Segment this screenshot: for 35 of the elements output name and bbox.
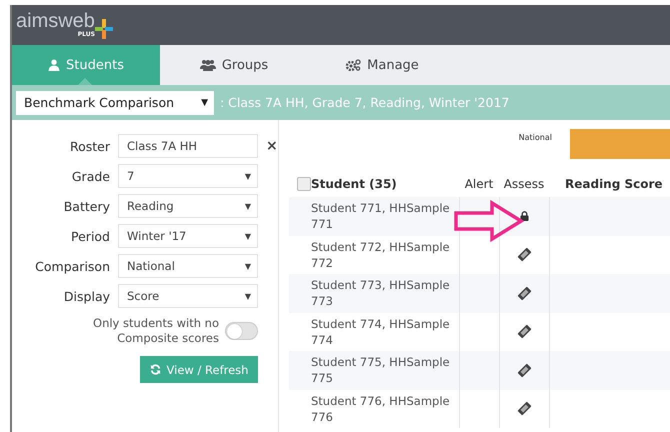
field-label: Battery <box>62 198 110 214</box>
select-field[interactable]: Reading ▼ <box>118 194 258 218</box>
people-icon <box>200 59 216 71</box>
student-name[interactable]: Student 774, HHSample 774 <box>311 316 451 348</box>
report-context-text: : Class 7A HH, Grade 7, Reading, Winter '2017 <box>220 95 510 110</box>
student-name[interactable]: Student 772, HHSample 772 <box>311 238 451 271</box>
select-all-checkbox[interactable] <box>297 177 311 191</box>
field-label: Period <box>70 228 110 244</box>
input-field[interactable]: Class 7A HH <box>118 134 258 158</box>
logo-text: aimsweb <box>16 11 95 31</box>
field-label: Display <box>62 288 110 304</box>
gears-icon <box>345 59 362 71</box>
select-field[interactable]: 7 ▼ <box>118 164 258 188</box>
field-label: Roster <box>68 138 110 154</box>
column-header: Student (35) <box>311 177 398 191</box>
select-field[interactable]: Winter '17 ▼ <box>118 224 258 248</box>
report-dropdown[interactable]: Benchmark Comparison ▼ <box>16 90 214 114</box>
legend-label: National <box>518 133 552 142</box>
field-label: Grade <box>70 168 110 184</box>
person-icon <box>48 59 60 71</box>
select-field[interactable]: Score ▼ <box>118 284 258 308</box>
clear-icon[interactable]: × <box>266 138 278 154</box>
column-header: Alert <box>464 177 494 191</box>
field-label: Comparison <box>34 258 110 274</box>
student-name[interactable]: Student 776, HHSample 776 <box>311 392 451 425</box>
select-field[interactable]: National ▼ <box>118 254 258 278</box>
callout-arrow <box>454 200 524 242</box>
refresh-icon <box>150 364 161 375</box>
nav-tab[interactable]: Manage <box>308 45 456 85</box>
column-header: Reading Score <box>564 177 664 191</box>
toggle-label: Only students with no Composite scores <box>92 316 219 346</box>
column-header: Assess <box>502 177 546 191</box>
toggle-switch[interactable] <box>225 322 258 340</box>
plus-icon <box>94 19 113 39</box>
nav-tab[interactable]: Groups <box>160 45 308 85</box>
